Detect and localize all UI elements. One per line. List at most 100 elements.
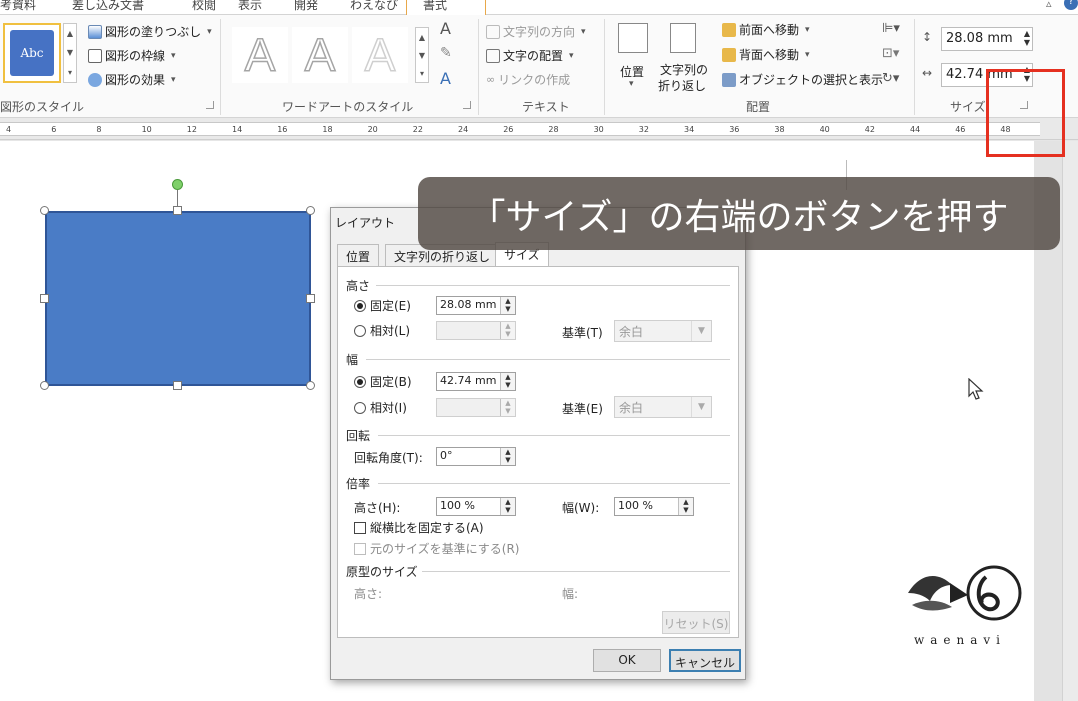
cancel-button[interactable]: キャンセル bbox=[669, 649, 741, 672]
checkbox-unchecked-icon bbox=[354, 522, 366, 534]
arrange-group-label: 配置 bbox=[746, 100, 771, 114]
bring-forward-button[interactable]: 前面へ移動 ▾ bbox=[722, 21, 810, 38]
wrap-text-label-1[interactable]: 文字列の bbox=[660, 61, 708, 78]
gallery-more-icon[interactable]: ▾ bbox=[68, 68, 72, 77]
height-fixed-label: 固定(E) bbox=[370, 299, 411, 313]
text-outline-icon[interactable]: ✎ bbox=[440, 45, 452, 61]
ok-button[interactable]: OK bbox=[593, 649, 661, 672]
tab-format[interactable]: 書式 bbox=[406, 0, 486, 16]
shape-outline-button[interactable]: 図形の枠線 ▾ bbox=[88, 47, 176, 64]
chevron-up-icon[interactable]: ▲ bbox=[419, 33, 425, 42]
pen-outline-icon bbox=[88, 48, 102, 63]
text-effects-icon[interactable]: A bbox=[440, 69, 451, 88]
rotation-handle[interactable] bbox=[172, 179, 183, 190]
tab-references[interactable]: 考資料 bbox=[0, 0, 36, 13]
text-fill-icon[interactable]: A bbox=[440, 19, 451, 38]
width-base-select[interactable]: 余白 ▼ bbox=[614, 396, 712, 418]
ruler-tick-label: 16 bbox=[277, 125, 288, 134]
shape-styles-group-label: 図形のスタイル bbox=[0, 100, 85, 114]
chevron-down-icon[interactable]: ▼ bbox=[67, 48, 73, 57]
resize-handle-bottom[interactable] bbox=[173, 381, 182, 390]
text-direction-button[interactable]: 文字列の方向 ▾ bbox=[486, 23, 586, 40]
tab-waenavi[interactable]: わえなび bbox=[350, 0, 398, 13]
group-objects-icon[interactable]: ⊡▾ bbox=[882, 46, 899, 61]
spinner-icon[interactable]: ▲ ▼ bbox=[500, 448, 515, 465]
chevron-down-icon[interactable]: ▼ bbox=[419, 51, 425, 60]
shape-effects-button[interactable]: 図形の効果 ▾ bbox=[88, 71, 176, 88]
ruler-tick-label: 6 bbox=[51, 125, 57, 134]
height-relative-radio[interactable]: 相対(L) bbox=[354, 322, 410, 339]
dropdown-arrow-icon: ▾ bbox=[171, 50, 176, 61]
resize-handle-top-right[interactable] bbox=[306, 206, 315, 215]
selection-pane-icon bbox=[722, 72, 736, 87]
spinner-icon[interactable]: ▲ ▼ bbox=[500, 373, 515, 390]
chevron-up-icon[interactable]: ▲ bbox=[67, 29, 73, 38]
shape-style-preview[interactable]: Abc bbox=[3, 23, 61, 83]
height-base-select[interactable]: 余白 ▼ bbox=[614, 320, 712, 342]
tab-mailings[interactable]: 差し込み文書 bbox=[72, 0, 144, 13]
send-backward-button[interactable]: 背面へ移動 ▾ bbox=[722, 46, 810, 63]
vertical-scrollbar[interactable] bbox=[1062, 141, 1078, 701]
width-relative-radio[interactable]: 相対(I) bbox=[354, 399, 407, 416]
paint-bucket-icon bbox=[88, 24, 102, 39]
relative-original-checkbox[interactable]: 元のサイズを基準にする(R) bbox=[354, 540, 519, 557]
tab-view[interactable]: 表示 bbox=[238, 0, 262, 13]
text-direction-label: 文字列の方向 bbox=[503, 25, 576, 39]
resize-handle-left[interactable] bbox=[40, 294, 49, 303]
resize-handle-bottom-right[interactable] bbox=[306, 381, 315, 390]
resize-handle-top-left[interactable] bbox=[40, 206, 49, 215]
position-label[interactable]: 位置 bbox=[620, 63, 644, 80]
dropdown-arrow-icon: ▾ bbox=[629, 79, 634, 89]
ruler-tick-label: 34 bbox=[684, 125, 695, 134]
tab-review[interactable]: 校閲 bbox=[192, 0, 216, 13]
wordart-gallery-scroll[interactable]: ▲ ▼ ▾ bbox=[415, 27, 429, 83]
height-fixed-input[interactable]: 28.08 mm ▲ ▼ bbox=[436, 296, 516, 315]
wordart-group-label: ワードアートのスタイル bbox=[282, 100, 414, 114]
rotation-angle-input[interactable]: 0° ▲ ▼ bbox=[436, 447, 516, 466]
wordart-style-1[interactable]: A bbox=[232, 27, 288, 83]
selected-rectangle-shape[interactable] bbox=[45, 211, 311, 386]
wrap-text-label-2[interactable]: 折り返し bbox=[658, 77, 706, 94]
section-divider bbox=[366, 359, 730, 360]
shape-height-input[interactable]: 28.08 mm ▲ ▼ bbox=[941, 27, 1033, 51]
spinner-icon[interactable]: ▲ ▼ bbox=[500, 498, 515, 515]
resize-handle-right[interactable] bbox=[306, 294, 315, 303]
width-fixed-radio[interactable]: 固定(B) bbox=[354, 373, 412, 390]
shape-style-gallery-scroll[interactable]: ▲ ▼ ▾ bbox=[63, 23, 77, 83]
scale-height-input[interactable]: 100 % ▲ ▼ bbox=[436, 497, 516, 516]
chevron-down-icon: ▼ bbox=[691, 397, 711, 417]
shape-fill-button[interactable]: 図形の塗りつぶし ▾ bbox=[88, 23, 212, 40]
scale-width-input[interactable]: 100 % ▲ ▼ bbox=[614, 497, 694, 516]
collapse-ribbon-icon[interactable]: ▵ bbox=[1046, 0, 1052, 10]
height-relative-input[interactable]: ▲ ▼ bbox=[436, 321, 516, 340]
ruler-tick-label: 26 bbox=[503, 125, 514, 134]
height-fixed-radio[interactable]: 固定(E) bbox=[354, 297, 411, 314]
resize-handle-bottom-left[interactable] bbox=[40, 381, 49, 390]
lock-aspect-checkbox[interactable]: 縦横比を固定する(A) bbox=[354, 519, 484, 536]
reset-button[interactable]: リセット(S) bbox=[662, 611, 730, 634]
shape-styles-launcher-icon[interactable] bbox=[206, 101, 214, 109]
wordart-style-3[interactable]: A bbox=[352, 27, 408, 83]
ruler-tick-label: 12 bbox=[186, 125, 197, 134]
create-link-button[interactable]: ∞ リンクの作成 bbox=[486, 71, 570, 88]
align-icon[interactable]: ⊫▾ bbox=[882, 21, 900, 36]
selection-pane-button[interactable]: オブジェクトの選択と表示 bbox=[722, 71, 883, 88]
rotate-icon[interactable]: ↻▾ bbox=[882, 71, 899, 86]
text-align-button[interactable]: 文字の配置 ▾ bbox=[486, 47, 574, 64]
ruler-tick-label: 44 bbox=[910, 125, 921, 134]
help-icon[interactable]: ? bbox=[1064, 0, 1078, 10]
spinner-icon[interactable]: ▲ ▼ bbox=[678, 498, 693, 515]
group-separator bbox=[478, 19, 479, 115]
wordart-launcher-icon[interactable] bbox=[463, 101, 471, 109]
resize-handle-top[interactable] bbox=[173, 206, 182, 215]
gallery-more-icon[interactable]: ▾ bbox=[420, 69, 424, 78]
width-relative-input[interactable]: ▲ ▼ bbox=[436, 398, 516, 417]
wordart-style-2[interactable]: A bbox=[292, 27, 348, 83]
spinner-icon[interactable]: ▲ ▼ bbox=[500, 297, 515, 314]
wrap-text-icon[interactable] bbox=[670, 23, 696, 53]
width-fixed-input[interactable]: 42.74 mm ▲ ▼ bbox=[436, 372, 516, 391]
height-spinner-icon[interactable]: ▲ ▼ bbox=[1024, 29, 1030, 47]
tab-position[interactable]: 位置 bbox=[337, 244, 380, 266]
tab-developer[interactable]: 開発 bbox=[294, 0, 318, 13]
position-icon[interactable] bbox=[618, 23, 648, 53]
